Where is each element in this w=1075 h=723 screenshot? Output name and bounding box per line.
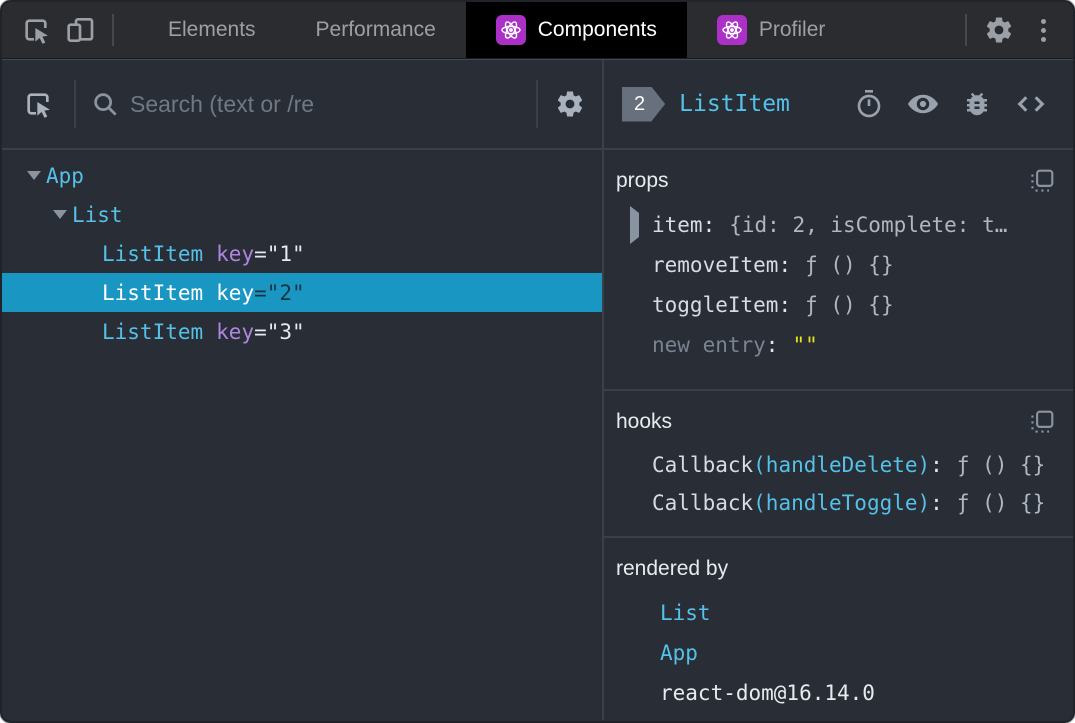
copy-props-button[interactable] <box>1027 166 1057 196</box>
main-area: App List ListItem key ="1" ListItem key <box>2 59 1073 720</box>
divider <box>112 14 114 46</box>
copy-icon <box>1029 168 1055 194</box>
component-name: List <box>72 202 123 227</box>
gear-icon <box>555 89 585 119</box>
prop-name: item <box>652 213 703 237</box>
hook-value: ƒ () {} <box>956 491 1046 515</box>
key-attribute: key <box>216 319 255 344</box>
owner-count-badge[interactable]: 2 <box>622 86 666 122</box>
tab-components[interactable]: Components <box>465 2 687 58</box>
prop-value: ƒ () {} <box>805 293 894 317</box>
gear-icon <box>984 15 1014 45</box>
more-options-button[interactable] <box>1021 2 1065 58</box>
react-devtools-window: Elements Performance Components Profiler… <box>0 0 1075 723</box>
tab-performance[interactable]: Performance <box>286 2 466 58</box>
inspect-dom-button[interactable] <box>903 84 943 124</box>
prop-row-toggleitem: toggleItem: ƒ () {} <box>652 293 894 317</box>
components-tree-panel: App List ListItem key ="1" ListItem key <box>2 60 604 720</box>
device-toolbar-button[interactable] <box>58 2 102 58</box>
key-attribute: key <box>216 280 255 305</box>
inspect-cursor-icon <box>20 14 52 46</box>
hook-value: ƒ () {} <box>956 453 1046 477</box>
view-source-button[interactable] <box>1011 84 1051 124</box>
component-name: ListItem <box>102 280 204 305</box>
hook-arg: (handleToggle) <box>753 491 931 515</box>
devtools-settings-button[interactable] <box>977 2 1021 58</box>
key-value: ="3" <box>254 319 305 344</box>
rendered-by-section: rendered by List App react-dom@16.14.0 <box>604 538 1073 720</box>
tree-row-listitem-1[interactable]: ListItem key ="1" <box>2 234 602 273</box>
copy-icon <box>1029 409 1055 435</box>
hook-name: Callback <box>652 491 754 515</box>
log-component-button[interactable] <box>957 84 997 124</box>
prop-value[interactable]: {id: 2, isComplete: t… <box>729 213 1007 237</box>
search-input[interactable] <box>120 90 536 118</box>
kebab-menu-icon <box>1040 18 1046 42</box>
divider <box>965 14 967 46</box>
component-name: ListItem <box>102 319 204 344</box>
pick-element-button[interactable] <box>16 88 60 120</box>
tab-label: Elements <box>168 18 256 41</box>
inspect-cursor-icon <box>22 88 54 120</box>
devtools-tabbar: Elements Performance Components Profiler <box>2 2 1073 59</box>
hook-arg: (handleDelete) <box>753 453 931 477</box>
tree-row-listitem-3[interactable]: ListItem key ="3" <box>2 312 602 351</box>
collapse-arrow-icon[interactable] <box>48 210 72 219</box>
search-box <box>90 89 536 119</box>
hooks-section: hooks Callback (handleDelete): ƒ () {} C… <box>604 391 1073 538</box>
hooks-section-title: hooks <box>616 410 673 433</box>
tree-settings-button[interactable] <box>548 89 592 119</box>
hook-row-handledelete: Callback (handleDelete): ƒ () {} <box>652 453 1046 477</box>
device-toolbar-icon <box>64 14 96 46</box>
prop-name: toggleItem <box>652 293 779 317</box>
tree-row-list[interactable]: List <box>2 195 602 234</box>
component-details-panel: 2 ListItem props item: {id: 2, isComple… <box>604 60 1073 720</box>
component-tree: App List ListItem key ="1" ListItem key <box>2 150 602 351</box>
component-name: ListItem <box>102 241 204 266</box>
key-value: ="2" <box>254 280 305 305</box>
new-entry-value[interactable]: "" <box>792 333 817 357</box>
props-section-title: props <box>616 169 669 192</box>
tab-label: Components <box>537 18 657 41</box>
hook-row-handletoggle: Callback (handleToggle): ƒ () {} <box>652 491 1046 515</box>
prop-row-removeitem: removeItem: ƒ () {} <box>652 253 894 277</box>
props-section: props item: {id: 2, isComplete: t… remov… <box>604 150 1073 391</box>
rendered-by-app-link[interactable]: App <box>616 633 1057 673</box>
divider <box>74 80 76 128</box>
tab-label: Profiler <box>758 18 826 41</box>
prop-value: ƒ () {} <box>805 253 894 277</box>
rendered-by-react-dom: react-dom@16.14.0 <box>660 681 875 705</box>
tree-toolbar <box>2 60 602 150</box>
tab-profiler[interactable]: Profiler <box>687 2 856 58</box>
tab-elements[interactable]: Elements <box>138 2 286 58</box>
details-header: 2 ListItem <box>604 60 1073 150</box>
divider <box>536 80 538 128</box>
hook-name: Callback <box>652 453 754 477</box>
expand-arrow-icon[interactable] <box>630 206 639 244</box>
react-atom-icon <box>495 15 526 45</box>
copy-hooks-button[interactable] <box>1027 407 1057 437</box>
key-attribute: key <box>216 241 255 266</box>
component-name: App <box>46 163 84 188</box>
prop-name: removeItem <box>652 253 779 277</box>
bug-icon <box>962 89 992 119</box>
new-entry-label[interactable]: new entry <box>652 333 766 357</box>
search-icon <box>90 89 120 119</box>
prop-row-item: item: {id: 2, isComplete: t… <box>616 205 1057 245</box>
prop-row-new-entry: new entry: "" <box>652 333 818 357</box>
tree-row-app[interactable]: App <box>2 156 602 195</box>
tree-row-listitem-2-selected[interactable]: ListItem key ="2" <box>2 273 602 312</box>
key-value: ="1" <box>254 241 305 266</box>
suspense-toggle-button[interactable] <box>849 84 889 124</box>
rendered-by-list-link[interactable]: List <box>616 593 1057 633</box>
rendered-by-title: rendered by <box>616 557 729 580</box>
eye-icon <box>906 87 940 121</box>
collapse-arrow-icon[interactable] <box>22 171 46 180</box>
inspect-element-button[interactable] <box>14 2 58 58</box>
react-atom-icon <box>716 15 747 45</box>
code-brackets-icon <box>1015 88 1047 120</box>
selected-component-name: ListItem <box>679 91 790 117</box>
tab-label: Performance <box>315 18 436 41</box>
stopwatch-icon <box>853 88 885 120</box>
